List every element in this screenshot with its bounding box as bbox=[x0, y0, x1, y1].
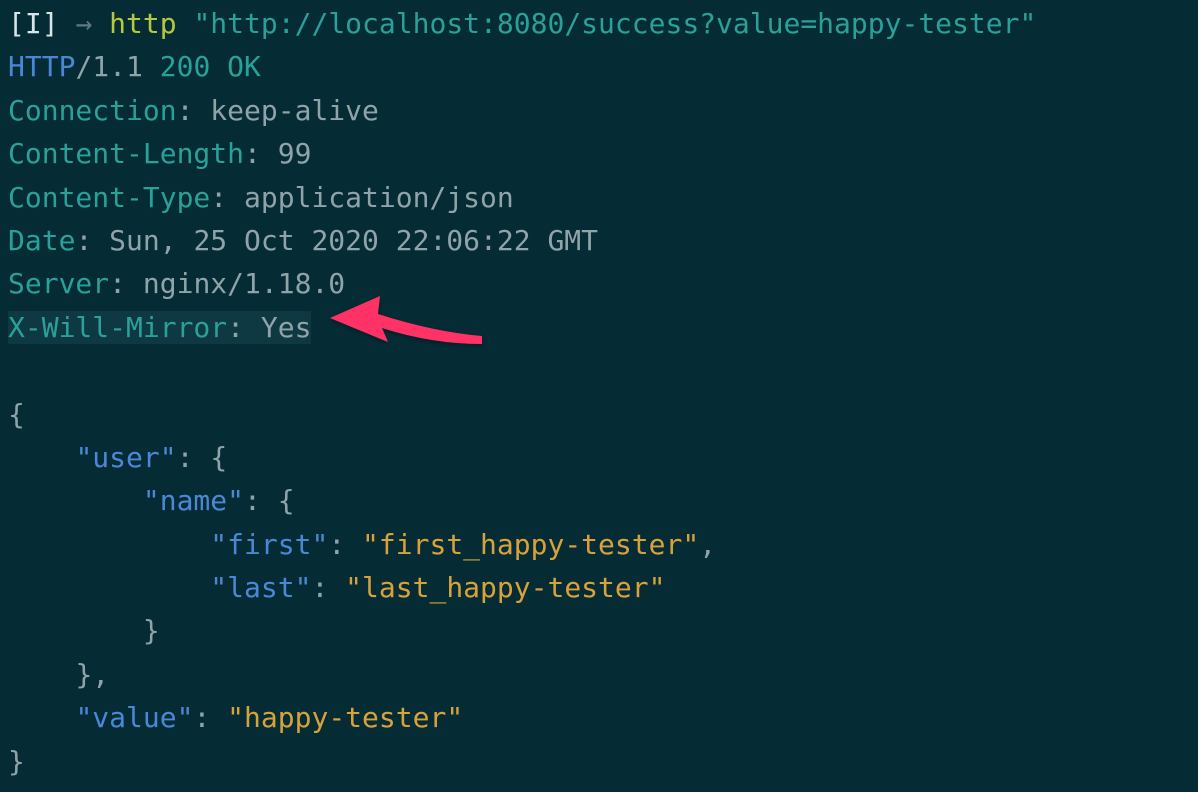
json-key-name: "name" bbox=[143, 484, 244, 517]
brace-close: } bbox=[143, 614, 160, 647]
http-slash: / bbox=[75, 50, 92, 83]
brace-close: } bbox=[75, 658, 92, 691]
http-header-name: Content-Length bbox=[8, 137, 244, 170]
json-string-first: "first_happy-tester" bbox=[362, 528, 699, 561]
colon: : bbox=[311, 571, 328, 604]
colon: : bbox=[244, 484, 261, 517]
http-header-name: Content-Type bbox=[8, 181, 210, 214]
http-header-name: Date bbox=[8, 224, 75, 257]
colon: : bbox=[210, 181, 227, 214]
json-string-last: "last_happy-tester" bbox=[345, 571, 665, 604]
http-header-value: 99 bbox=[278, 137, 312, 170]
colon: : bbox=[244, 137, 261, 170]
http-header-name: Connection bbox=[8, 94, 177, 127]
http-header-value: application/json bbox=[244, 181, 514, 214]
http-header-row: Date: Sun, 25 Oct 2020 22:06:22 GMT bbox=[8, 224, 598, 257]
comma: , bbox=[92, 658, 109, 691]
colon: : bbox=[193, 701, 210, 734]
brace-close: } bbox=[8, 745, 25, 778]
colon: : bbox=[75, 224, 92, 257]
json-string-value: "happy-tester" bbox=[227, 701, 463, 734]
colon: : bbox=[177, 94, 194, 127]
http-header-row: Connection: keep-alive bbox=[8, 94, 379, 127]
http-header-row: Content-Type: application/json bbox=[8, 181, 514, 214]
json-key-last: "last" bbox=[210, 571, 311, 604]
prompt-line: [I] → http "http://localhost:8080/succes… bbox=[8, 7, 1036, 40]
json-body: { "user": { "name": { "first": "first_ha… bbox=[8, 398, 716, 778]
json-key-value: "value" bbox=[75, 701, 193, 734]
http-status-line: HTTP/1.1 200 OK bbox=[8, 50, 261, 83]
comma: , bbox=[699, 528, 716, 561]
json-key-first: "first" bbox=[210, 528, 328, 561]
http-header-value: keep-alive bbox=[210, 94, 379, 127]
terminal-output[interactable]: [I] → http "http://localhost:8080/succes… bbox=[0, 0, 1198, 791]
http-header-value: nginx/1.18.0 bbox=[143, 267, 345, 300]
colon: : bbox=[109, 267, 126, 300]
prompt-mode: [I] bbox=[8, 7, 59, 40]
http-status-reason: OK bbox=[227, 50, 261, 83]
http-header-value: Yes bbox=[261, 311, 312, 344]
http-status-code: 200 bbox=[160, 50, 211, 83]
http-header-value: Sun, 25 Oct 2020 22:06:22 GMT bbox=[109, 224, 598, 257]
http-header-name: X-Will-Mirror bbox=[8, 311, 227, 344]
http-header-row: Content-Length: 99 bbox=[8, 137, 311, 170]
colon: : bbox=[227, 311, 244, 344]
http-header-row: X-Will-Mirror: Yes bbox=[8, 311, 311, 344]
prompt-arrow-icon: → bbox=[75, 7, 92, 40]
colon: : bbox=[328, 528, 345, 561]
http-header-name: Server bbox=[8, 267, 109, 300]
brace-open: { bbox=[8, 398, 25, 431]
colon: : bbox=[177, 441, 194, 474]
command-arg-url: "http://localhost:8080/success?value=hap… bbox=[193, 7, 1036, 40]
brace-open: { bbox=[210, 441, 227, 474]
brace-open: { bbox=[278, 484, 295, 517]
http-version: 1.1 bbox=[92, 50, 143, 83]
http-header-row: Server: nginx/1.18.0 bbox=[8, 267, 345, 300]
command-name: http bbox=[109, 7, 176, 40]
http-protocol: HTTP bbox=[8, 50, 75, 83]
json-key-user: "user" bbox=[75, 441, 176, 474]
